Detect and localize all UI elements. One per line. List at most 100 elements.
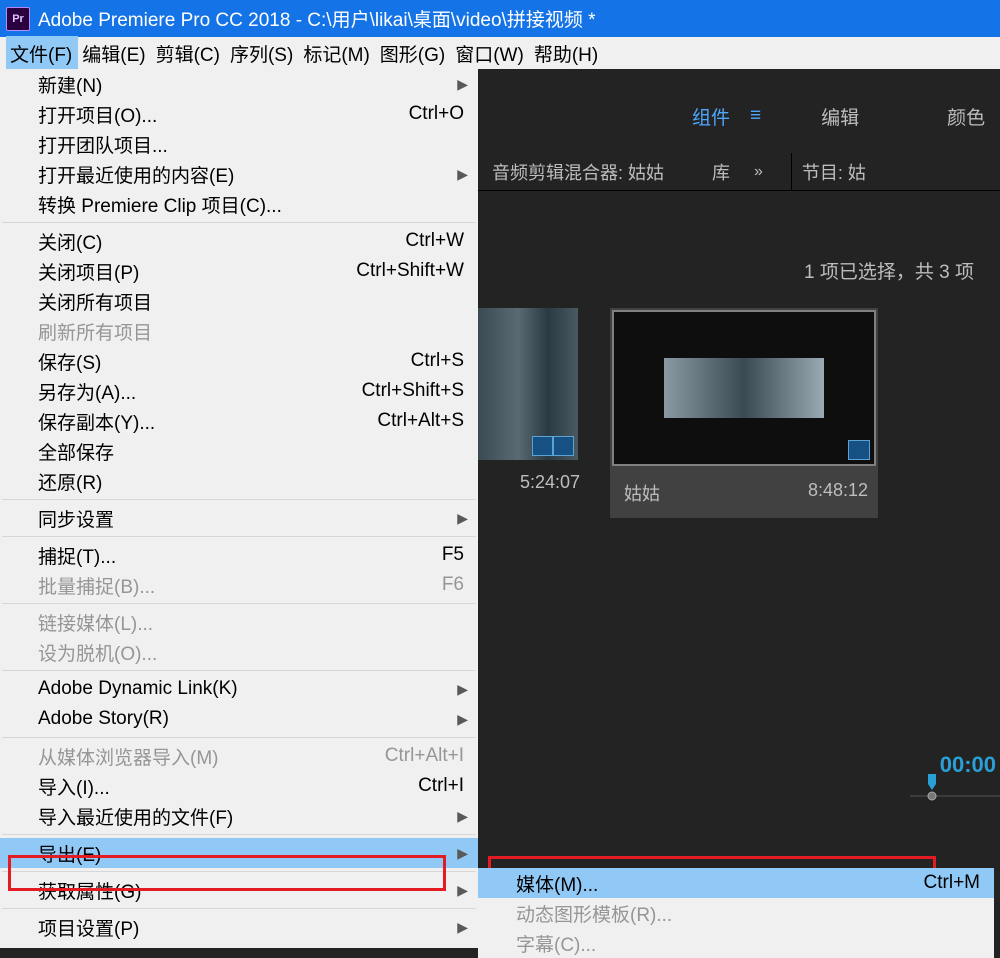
menu-separator [2,670,476,671]
menu-separator [2,499,476,500]
clip-type-badge [532,436,574,456]
menu-item[interactable]: 全部保存 [0,436,478,466]
project-thumbnails: 5:24:07 姑姑 8:48:12 [478,284,1000,518]
menu-item: 链接媒体(L)... [0,607,478,637]
menu-item: 设为脱机(O)... [0,637,478,667]
menu-item[interactable]: Adobe Story(R) ▶ [0,704,478,734]
menu-item[interactable]: 转换 Premiere Clip 项目(C)... [0,189,478,219]
menu-item-shortcut: Ctrl+S [411,350,464,372]
menu-item[interactable]: 项目设置(P) ▶ [0,912,478,942]
menu-item-label: 关闭所有项目 [38,288,152,315]
menu-item-label: 导入(I)... [38,773,110,800]
submenu-item-label: 媒体(M)... [516,870,598,897]
menu-item-shortcut: Ctrl+O [409,103,464,125]
menu-item-label: Adobe Dynamic Link(K) [38,678,238,700]
thumbnail-duration: 8:48:12 [808,480,868,506]
menubar: 文件(F)编辑(E)剪辑(C)序列(S)标记(M)图形(G)窗口(W)帮助(H) [0,37,1000,69]
submenu-item: 字幕(C)... [478,928,994,958]
submenu-arrow-icon: ▶ [457,510,468,527]
menu-item-label: Adobe Story(R) [38,708,169,730]
menu-item-shortcut: Ctrl+Shift+W [356,260,464,282]
menu-item: 刷新所有项目 [0,316,478,346]
menu-item[interactable]: 获取属性(G) ▶ [0,875,478,905]
menu-item[interactable]: 关闭(C)Ctrl+W [0,226,478,256]
menu-item[interactable]: 打开最近使用的内容(E)▶ [0,159,478,189]
menu-item: 从媒体浏览器导入(M) Ctrl+Alt+I [0,741,478,771]
export-submenu: 媒体(M)...Ctrl+M动态图形模板(R)...字幕(C)... [478,868,994,958]
menu-item-label: 批量捕捉(B)... [38,572,155,599]
menu-item-label: 导出(E) [38,840,101,867]
program-panel-title[interactable]: 节目: 姑 [791,153,866,190]
submenu-arrow-icon: ▶ [457,681,468,698]
menu-item-shortcut: Ctrl+Alt+I [385,745,464,767]
menu-item-label: 导入最近使用的文件(F) [38,803,233,830]
menu-item[interactable]: 导出(E)▶ [0,838,478,868]
menu-item-shortcut: Ctrl+I [418,775,464,797]
tab-audio-mixer[interactable]: 音频剪辑混合器: 姑姑 [478,153,678,190]
submenu-arrow-icon: ▶ [457,711,468,728]
menu-help[interactable]: 帮助(H) [530,36,604,71]
thumbnail-item[interactable]: 姑姑 8:48:12 [610,308,878,518]
menu-item[interactable]: 另存为(A)...Ctrl+Shift+S [0,376,478,406]
menu-file[interactable]: 文件(F) [6,36,78,71]
thumbnail-duration: 5:24:07 [520,472,580,493]
workspace-tab[interactable]: 颜色 [939,103,993,130]
menu-item[interactable]: 关闭所有项目 [0,286,478,316]
menu-separator [2,536,476,537]
menu-item[interactable]: 导入(I)... Ctrl+I [0,771,478,801]
menu-separator [2,737,476,738]
menu-item-label: 另存为(A)... [38,378,136,405]
menu-item-label: 获取属性(G) [38,877,141,904]
menu-item[interactable]: 导入最近使用的文件(F) ▶ [0,801,478,831]
menu-item-label: 还原(R) [38,468,102,495]
menu-item-label: 保存(S) [38,348,101,375]
menu-item[interactable]: 新建(N)▶ [0,69,478,99]
menu-item-label: 从媒体浏览器导入(M) [38,743,218,770]
menu-item[interactable]: 同步设置 ▶ [0,503,478,533]
menu-separator [2,871,476,872]
timeline-ruler[interactable] [910,774,1000,804]
submenu-arrow-icon: ▶ [457,919,468,936]
workspace-tab[interactable]: 编辑 [813,103,867,130]
menu-item[interactable]: 关闭项目(P)Ctrl+Shift+W [0,256,478,286]
menu-clip[interactable]: 剪辑(C) [152,36,226,71]
workspace-area: 组件≡编辑颜色 音频剪辑混合器: 姑姑 库 » 节目: 姑 1 项已选择，共 3… [478,69,1000,948]
menu-item-label: 项目设置(P) [38,914,139,941]
thumbnail-name: 姑姑 [624,480,660,506]
sequence-badge [848,440,870,460]
menu-item-shortcut: Ctrl+W [405,230,464,252]
tab-library[interactable]: 库 [698,153,744,190]
file-menu-dropdown: 新建(N)▶打开项目(O)...Ctrl+O打开团队项目...打开最近使用的内容… [0,69,478,948]
workspace-menu-icon[interactable]: ≡ [750,105,761,127]
menu-graphics[interactable]: 图形(G) [376,36,451,71]
menu-item-label: 链接媒体(L)... [38,609,153,636]
menu-item[interactable]: 还原(R) [0,466,478,496]
thumbnail-image [478,308,578,460]
more-tabs-icon[interactable]: » [744,163,773,181]
workspace-tabs: 组件 ≡ 编辑 颜色 [478,97,1000,135]
menu-item[interactable]: 捕捉(T)...F5 [0,540,478,570]
workspace-tab[interactable]: 组件 [684,103,738,130]
menu-edit[interactable]: 编辑(E) [78,36,151,71]
thumbnail-item[interactable]: 5:24:07 [478,308,590,518]
menu-item-label: 刷新所有项目 [38,318,152,345]
menu-item[interactable]: Adobe Dynamic Link(K) ▶ [0,674,478,704]
menu-window[interactable]: 窗口(W) [451,36,530,71]
thumbnail-image [614,312,874,464]
submenu-arrow-icon: ▶ [457,808,468,825]
menu-item-shortcut: Ctrl+Alt+S [377,410,464,432]
menu-item-label: 同步设置 [38,505,114,532]
submenu-item[interactable]: 媒体(M)...Ctrl+M [478,868,994,898]
menu-item[interactable]: 保存副本(Y)...Ctrl+Alt+S [0,406,478,436]
menu-sequence[interactable]: 序列(S) [226,36,299,71]
menu-item[interactable]: 打开团队项目... [0,129,478,159]
menu-item-label: 全部保存 [38,438,114,465]
submenu-arrow-icon: ▶ [457,76,468,93]
menu-item[interactable]: 打开项目(O)...Ctrl+O [0,99,478,129]
menu-item-label: 转换 Premiere Clip 项目(C)... [38,191,282,218]
premiere-icon: Pr [6,7,30,31]
menu-marker[interactable]: 标记(M) [299,36,375,71]
menu-separator [2,834,476,835]
menu-item[interactable]: 保存(S) Ctrl+S [0,346,478,376]
submenu-arrow-icon: ▶ [457,882,468,899]
